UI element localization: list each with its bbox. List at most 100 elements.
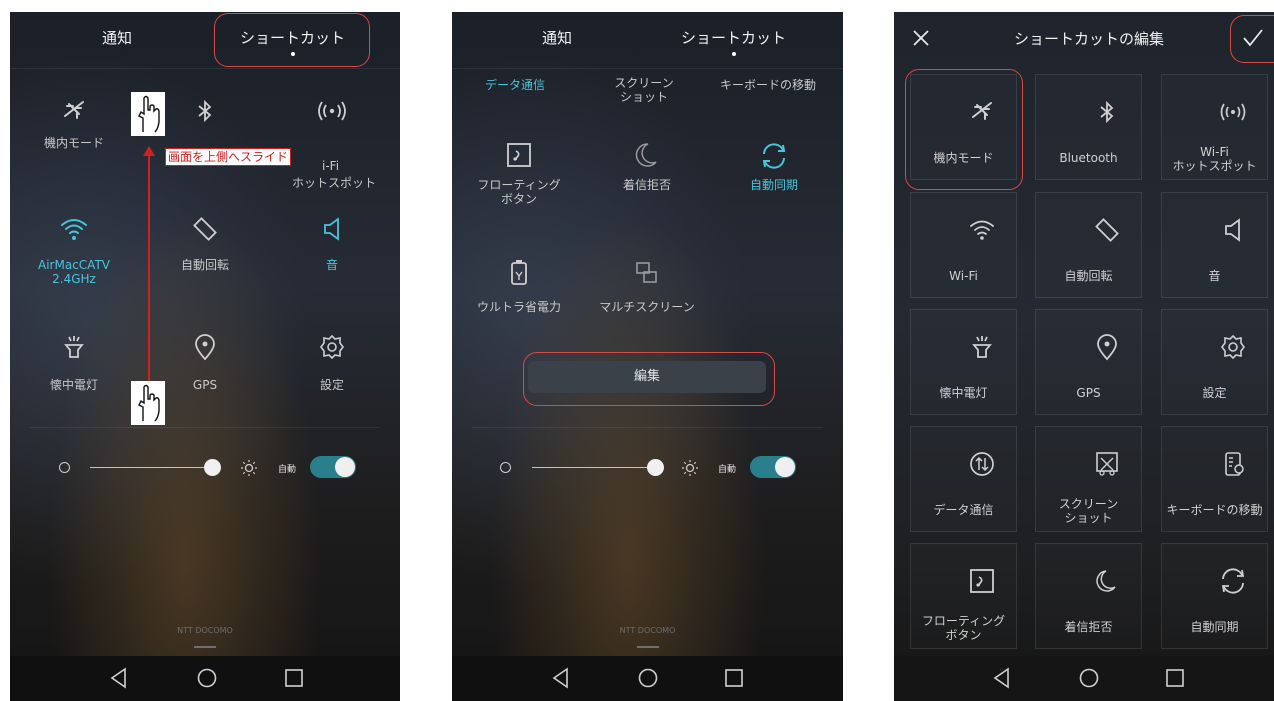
tab-notifications[interactable]: 通知: [102, 27, 132, 48]
home-icon[interactable]: [196, 667, 218, 689]
hotspot-icon: [318, 101, 346, 121]
shortcut-cell-sound[interactable]: 音: [1161, 192, 1268, 298]
bluetooth-icon: [198, 99, 212, 123]
edit-shortcuts-screen: ショートカットの編集 機内モード Bluetooth Wi-Fi ホットスポット Wi-…: [894, 12, 1274, 701]
floating-button-icon: [970, 569, 994, 593]
drag-handle[interactable]: [194, 646, 216, 648]
tile-label: 自動回転: [180, 258, 229, 272]
cell-label: Wi-Fi ホットスポット: [1172, 145, 1257, 173]
auto-brightness-toggle[interactable]: [750, 456, 796, 478]
tab-notifications[interactable]: 通知: [542, 27, 572, 48]
cell-label: スクリーン ショット: [1058, 497, 1119, 525]
highlight-edit-button: [523, 352, 775, 406]
finger-pointer-bottom: [131, 381, 165, 425]
brightness-slider[interactable]: [647, 459, 664, 476]
tile-label: 懐中電灯: [49, 378, 98, 392]
tile-label: 機内モード: [43, 136, 104, 150]
navigation-bar: [894, 656, 1274, 701]
auto-brightness-label: 自動: [278, 465, 297, 475]
brightness-slider[interactable]: [204, 459, 221, 476]
hand-pointer-icon: [138, 384, 160, 422]
annotation-slide-up-label: 画面を上側へスライド: [165, 148, 292, 166]
shortcut-cell-screenshot[interactable]: スクリーン ショット: [1035, 426, 1142, 532]
divider: [472, 427, 823, 428]
close-icon[interactable]: [912, 29, 930, 47]
tile-airplane[interactable]: 機内モード: [26, 96, 122, 150]
brightness-row: 自動: [10, 456, 400, 480]
home-icon[interactable]: [1078, 667, 1100, 689]
tile-auto-rotate[interactable]: 自動回転: [157, 214, 253, 272]
sound-icon: [1225, 218, 1240, 242]
tile-do-not-disturb[interactable]: 着信拒否: [599, 140, 695, 192]
flashlight-icon: [64, 336, 84, 358]
shortcut-cell-floating-button[interactable]: フローティング ボタン: [910, 543, 1017, 649]
tab-bar: 通知 ショートカット: [452, 12, 843, 66]
shortcut-cell-hotspot[interactable]: Wi-Fi ホットスポット: [1161, 74, 1268, 180]
tile-label: 音: [325, 258, 338, 272]
back-icon[interactable]: [992, 667, 1012, 689]
tile-auto-sync[interactable]: 自動同期: [726, 140, 822, 192]
tile-wifi[interactable]: AirMacCATV 2.4GHz: [26, 214, 122, 286]
back-icon[interactable]: [551, 667, 571, 689]
shortcut-cell-settings[interactable]: 設定: [1161, 309, 1268, 415]
tile-flashlight[interactable]: 懐中電灯: [26, 332, 122, 392]
shortcut-cell-moon[interactable]: 着信拒否: [1035, 543, 1142, 649]
battery-icon: [511, 260, 527, 285]
highlight-confirm-button: [1230, 15, 1274, 63]
shortcut-cell-keyboard[interactable]: キーボードの移動: [1161, 426, 1268, 532]
tile-ultra-power-saving[interactable]: ウルトラ省電力: [471, 258, 567, 314]
quick-settings-screen-1: 通知 ショートカット 機内モード i-Fi ホットスポット AirMacCATV…: [10, 12, 400, 701]
drag-handle[interactable]: [636, 646, 659, 648]
shortcut-cell-wifi[interactable]: Wi-Fi: [910, 192, 1017, 298]
recent-apps-icon[interactable]: [724, 667, 744, 689]
tab-shortcuts[interactable]: ショートカット: [681, 27, 786, 48]
tile-multiscreen[interactable]: マルチスクリーン: [599, 258, 695, 314]
sync-icon: [1221, 568, 1245, 594]
tile-gps[interactable]: GPS: [157, 332, 253, 392]
divider: [452, 68, 843, 69]
bluetooth-icon: [1100, 100, 1114, 124]
tile-sound[interactable]: 音: [284, 214, 380, 272]
cell-label: 懐中電灯: [939, 386, 988, 400]
shortcut-cell-location[interactable]: GPS: [1035, 309, 1142, 415]
brightness-high-icon: [241, 460, 257, 476]
tile-settings[interactable]: 設定: [284, 332, 380, 392]
cell-label: 自動回転: [1064, 269, 1113, 283]
tile-label: 自動同期: [749, 178, 798, 192]
shortcut-cell-rotate[interactable]: 自動回転: [1035, 192, 1142, 298]
carrier-label: NTT DOCOMO: [619, 626, 676, 635]
divider: [10, 68, 400, 69]
auto-brightness-toggle[interactable]: [310, 456, 356, 478]
sound-icon: [324, 217, 339, 241]
shortcut-cell-bluetooth[interactable]: Bluetooth: [1035, 74, 1142, 180]
floating-button-icon: [507, 143, 531, 167]
sync-icon: [762, 143, 786, 169]
tile-label: ウルトラ省電力: [476, 300, 561, 314]
recent-apps-icon[interactable]: [284, 667, 304, 689]
home-icon[interactable]: [637, 667, 659, 689]
location-icon: [195, 334, 215, 361]
location-icon: [1097, 334, 1117, 361]
tile-bluetooth[interactable]: [157, 96, 253, 126]
navigation-bar: [452, 656, 843, 701]
shortcut-cell-flashlight[interactable]: 懐中電灯: [910, 309, 1017, 415]
shortcut-cell-sync[interactable]: 自動同期: [1161, 543, 1268, 649]
tab-indicator-dot: [732, 52, 736, 56]
recent-apps-icon[interactable]: [1165, 667, 1185, 689]
tile-label: フローティング ボタン: [477, 178, 561, 206]
shortcut-cell-data[interactable]: データ通信: [910, 426, 1017, 532]
quick-settings-screen-2: 通知 ショートカット データ通信 スクリーン ショット キーボードの移動 フロー…: [452, 12, 843, 701]
page-title: ショートカットの編集: [1014, 30, 1165, 48]
brightness-high-icon: [682, 460, 698, 476]
moon-icon: [1096, 570, 1116, 592]
back-icon[interactable]: [109, 667, 129, 689]
tile-data-label[interactable]: データ通信: [485, 76, 545, 93]
cell-label: フローティング ボタン: [921, 614, 1006, 642]
tile-floating-button[interactable]: フローティング ボタン: [471, 140, 567, 206]
tile-keyboard-label[interactable]: キーボードの移動: [720, 76, 816, 93]
brightness-track: [532, 467, 656, 468]
tile-screenshot-label[interactable]: スクリーン ショット: [612, 76, 676, 104]
navigation-bar: [10, 656, 400, 701]
swipe-arrow-head-icon: [143, 146, 155, 156]
tile-hotspot[interactable]: [284, 96, 380, 126]
